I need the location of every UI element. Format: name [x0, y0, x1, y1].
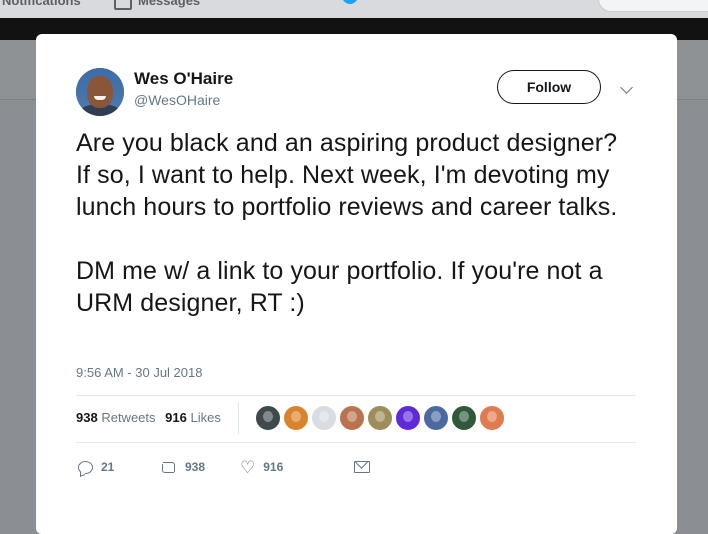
- envelope-icon: [354, 461, 370, 473]
- likes-count: 916: [165, 410, 187, 425]
- tweet-stats: 938 Retweets 916 Likes: [76, 410, 221, 425]
- reply-button[interactable]: 21: [78, 457, 114, 477]
- like-button[interactable]: ♡ 916: [240, 457, 283, 477]
- liker-avatar[interactable]: [479, 405, 505, 431]
- retweet-icon: [161, 461, 177, 473]
- likes-stat[interactable]: 916 Likes: [165, 410, 221, 425]
- reply-icon: [78, 460, 93, 474]
- tweet-timestamp[interactable]: 9:56 AM - 30 Jul 2018: [76, 365, 202, 380]
- liker-avatar[interactable]: [255, 405, 281, 431]
- author-avatar[interactable]: [76, 68, 124, 116]
- heart-icon: ♡: [240, 457, 256, 477]
- stats-separator: [238, 402, 239, 434]
- top-navigation-bar: Notifications Messages: [0, 0, 708, 18]
- retweet-count: 938: [185, 460, 206, 474]
- messages-icon[interactable]: [114, 0, 132, 10]
- likes-label: Likes: [190, 410, 221, 425]
- retweets-count: 938: [76, 410, 98, 425]
- liker-avatar[interactable]: [311, 405, 337, 431]
- divider: [76, 395, 636, 396]
- tweet-text: Are you black and an aspiring product de…: [76, 129, 618, 317]
- tweet-modal: Wes O'Haire @WesOHaire Follow Are you bl…: [36, 34, 677, 534]
- liker-avatar[interactable]: [339, 405, 365, 431]
- like-count: 916: [263, 460, 284, 474]
- liker-avatar[interactable]: [423, 405, 449, 431]
- nav-notifications[interactable]: Notifications: [2, 0, 81, 8]
- liker-avatar[interactable]: [451, 405, 477, 431]
- author-name[interactable]: Wes O'Haire: [134, 69, 233, 89]
- liker-avatar[interactable]: [283, 405, 309, 431]
- follow-button[interactable]: Follow: [497, 70, 601, 104]
- twitter-bird-icon[interactable]: [342, 0, 358, 4]
- nav-messages[interactable]: Messages: [138, 0, 200, 8]
- retweet-button[interactable]: 938: [161, 457, 205, 477]
- liker-avatar[interactable]: [395, 405, 421, 431]
- divider: [76, 442, 636, 443]
- search-input[interactable]: [598, 0, 708, 12]
- author-handle[interactable]: @WesOHaire: [134, 92, 220, 108]
- direct-message-button[interactable]: [354, 457, 370, 477]
- liker-avatar[interactable]: [367, 405, 393, 431]
- retweets-stat[interactable]: 938 Retweets: [76, 410, 162, 425]
- chevron-down-icon[interactable]: [620, 81, 633, 94]
- retweets-label: Retweets: [101, 410, 156, 425]
- reply-count: 21: [101, 460, 115, 474]
